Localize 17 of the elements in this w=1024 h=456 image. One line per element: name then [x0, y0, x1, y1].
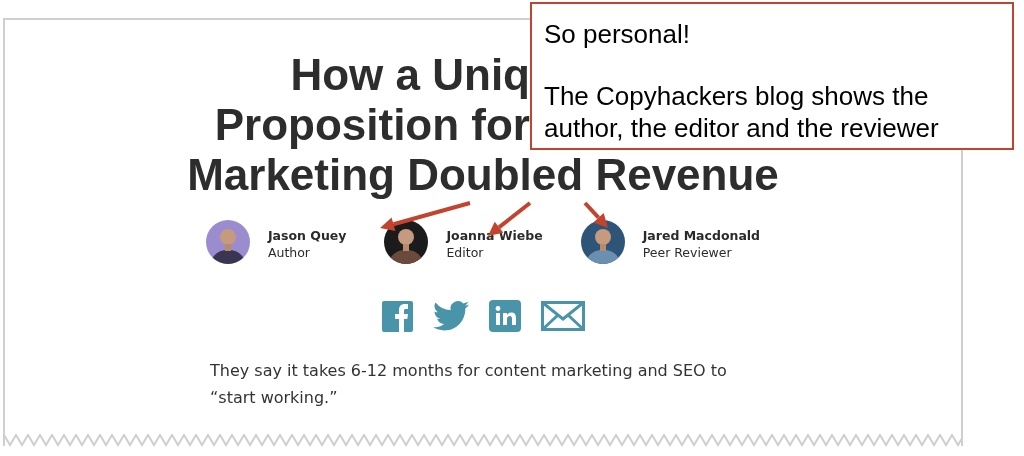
author-role: Peer Reviewer	[642, 244, 733, 261]
twitter-icon[interactable]	[432, 301, 469, 331]
author-name: Joanna Wiebe	[446, 227, 543, 244]
intro-paragraph: They say it takes 6-12 months for content marketing and SEO to “start working.”	[210, 360, 728, 409]
article-title: How a Uniq	[289, 50, 530, 100]
mail-icon[interactable]	[540, 301, 585, 331]
author-role: Author	[267, 244, 311, 261]
facebook-icon[interactable]	[381, 300, 413, 332]
callout-text: So personal!	[544, 18, 691, 50]
arrow	[583, 201, 608, 228]
article-title: Marketing Doubled Revenue	[187, 150, 779, 200]
callout-text: The Copyhackers blog shows the author, the editor and the reviewer	[544, 80, 940, 144]
author-name: Jared Macdonald	[642, 227, 761, 244]
author-name: Jason Quey	[267, 227, 347, 244]
linkedin-icon[interactable]	[488, 300, 521, 332]
article-title: Proposition for	[213, 100, 530, 150]
author-role: Editor	[446, 244, 485, 261]
